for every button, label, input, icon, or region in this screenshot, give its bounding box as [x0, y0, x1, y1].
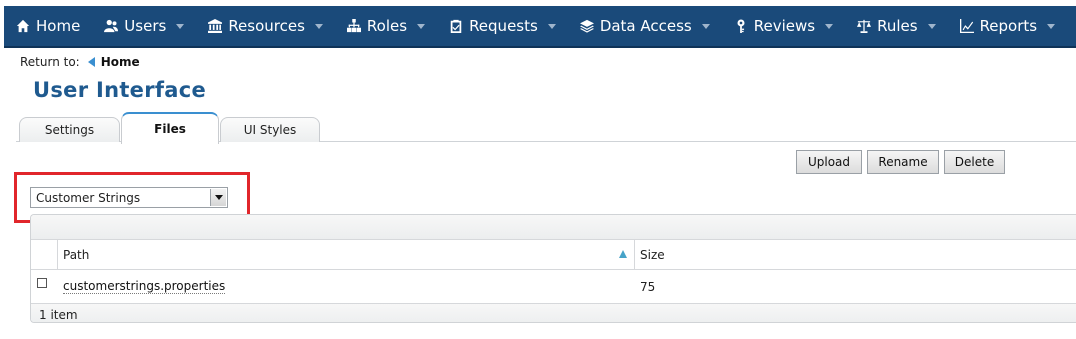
row-checkbox[interactable] [37, 278, 47, 288]
chart-icon [959, 19, 974, 33]
nav-requests[interactable]: Requests [437, 6, 568, 46]
nav-reviews-label: Reviews [753, 17, 816, 35]
grid-footer: 1 item [31, 304, 1076, 322]
chevron-down-icon [701, 23, 710, 29]
column-header-size[interactable]: Size [640, 240, 840, 269]
column-header-path[interactable]: Path [63, 240, 631, 269]
users-icon [104, 19, 119, 33]
dropdown-arrow-icon[interactable] [210, 189, 226, 206]
row-path-cell: customerstrings.properties [63, 270, 226, 303]
page-title: User Interface [33, 78, 207, 102]
nav-resources[interactable]: Resources [196, 6, 335, 46]
clipboard-check-icon [449, 19, 463, 33]
rename-button[interactable]: Rename [867, 150, 939, 174]
nav-requests-label: Requests [469, 17, 538, 35]
files-grid: Path Size customerstrings.properties 75 … [30, 214, 1076, 323]
chevron-down-icon [176, 23, 185, 29]
nav-roles[interactable]: Roles [335, 6, 437, 46]
back-arrow-icon [87, 57, 95, 67]
chevron-down-icon [927, 23, 936, 29]
chevron-down-icon [417, 23, 426, 29]
sitemap-icon [346, 19, 361, 33]
breadcrumb: Return to: Home [20, 55, 140, 69]
item-count: 1 item [39, 307, 78, 322]
nav-reports[interactable]: Reports [948, 6, 1068, 46]
column-separator [57, 240, 58, 269]
sort-ascending-icon[interactable] [619, 250, 627, 258]
nav-rules-label: Rules [877, 17, 918, 35]
column-header-size-label: Size [640, 247, 665, 262]
bank-icon [208, 19, 223, 33]
column-header-path-label: Path [63, 247, 90, 262]
row-size-cell: 75 [640, 270, 655, 303]
nav-reports-label: Reports [979, 17, 1038, 35]
nav-home-label: Home [36, 17, 81, 35]
file-path-link[interactable]: customerstrings.properties [63, 279, 226, 294]
nav-data-access[interactable]: Data Access [568, 6, 722, 46]
chevron-down-icon [1047, 23, 1056, 29]
nav-resources-label: Resources [228, 17, 305, 35]
file-type-select[interactable]: Customer Strings [30, 187, 228, 208]
tab-files[interactable]: Files [121, 112, 219, 144]
nav-roles-label: Roles [366, 17, 408, 35]
tab-settings[interactable]: Settings [19, 117, 120, 142]
file-size: 75 [640, 279, 656, 294]
chevron-down-icon [547, 23, 556, 29]
chevron-down-icon [825, 23, 834, 29]
scale-icon [857, 19, 872, 33]
top-navbar: Home Users Resources Roles Requests Data… [4, 6, 1076, 48]
nav-rules[interactable]: Rules [845, 6, 947, 46]
layers-icon [579, 19, 594, 33]
file-type-select-value: Customer Strings [36, 190, 141, 205]
breadcrumb-home-link[interactable]: Home [101, 55, 140, 69]
upload-button[interactable]: Upload [796, 150, 862, 174]
tab-ui-styles[interactable]: UI Styles [220, 117, 320, 142]
chevron-down-icon [314, 23, 323, 29]
column-separator [634, 240, 635, 269]
delete-button[interactable]: Delete [944, 150, 1005, 174]
nav-home[interactable]: Home [4, 6, 92, 46]
grid-toolbar [31, 215, 1076, 240]
nav-data-access-label: Data Access [599, 17, 692, 35]
grid-header: Path Size [31, 240, 1076, 270]
row-checkbox-cell [37, 270, 47, 296]
nav-users[interactable]: Users [92, 6, 196, 46]
home-icon [16, 19, 30, 33]
nav-reviews[interactable]: Reviews [722, 6, 845, 46]
table-row[interactable]: customerstrings.properties 75 [31, 270, 1076, 304]
nav-users-label: Users [124, 17, 167, 35]
breadcrumb-prefix: Return to: [20, 55, 80, 69]
key-icon [734, 19, 748, 33]
